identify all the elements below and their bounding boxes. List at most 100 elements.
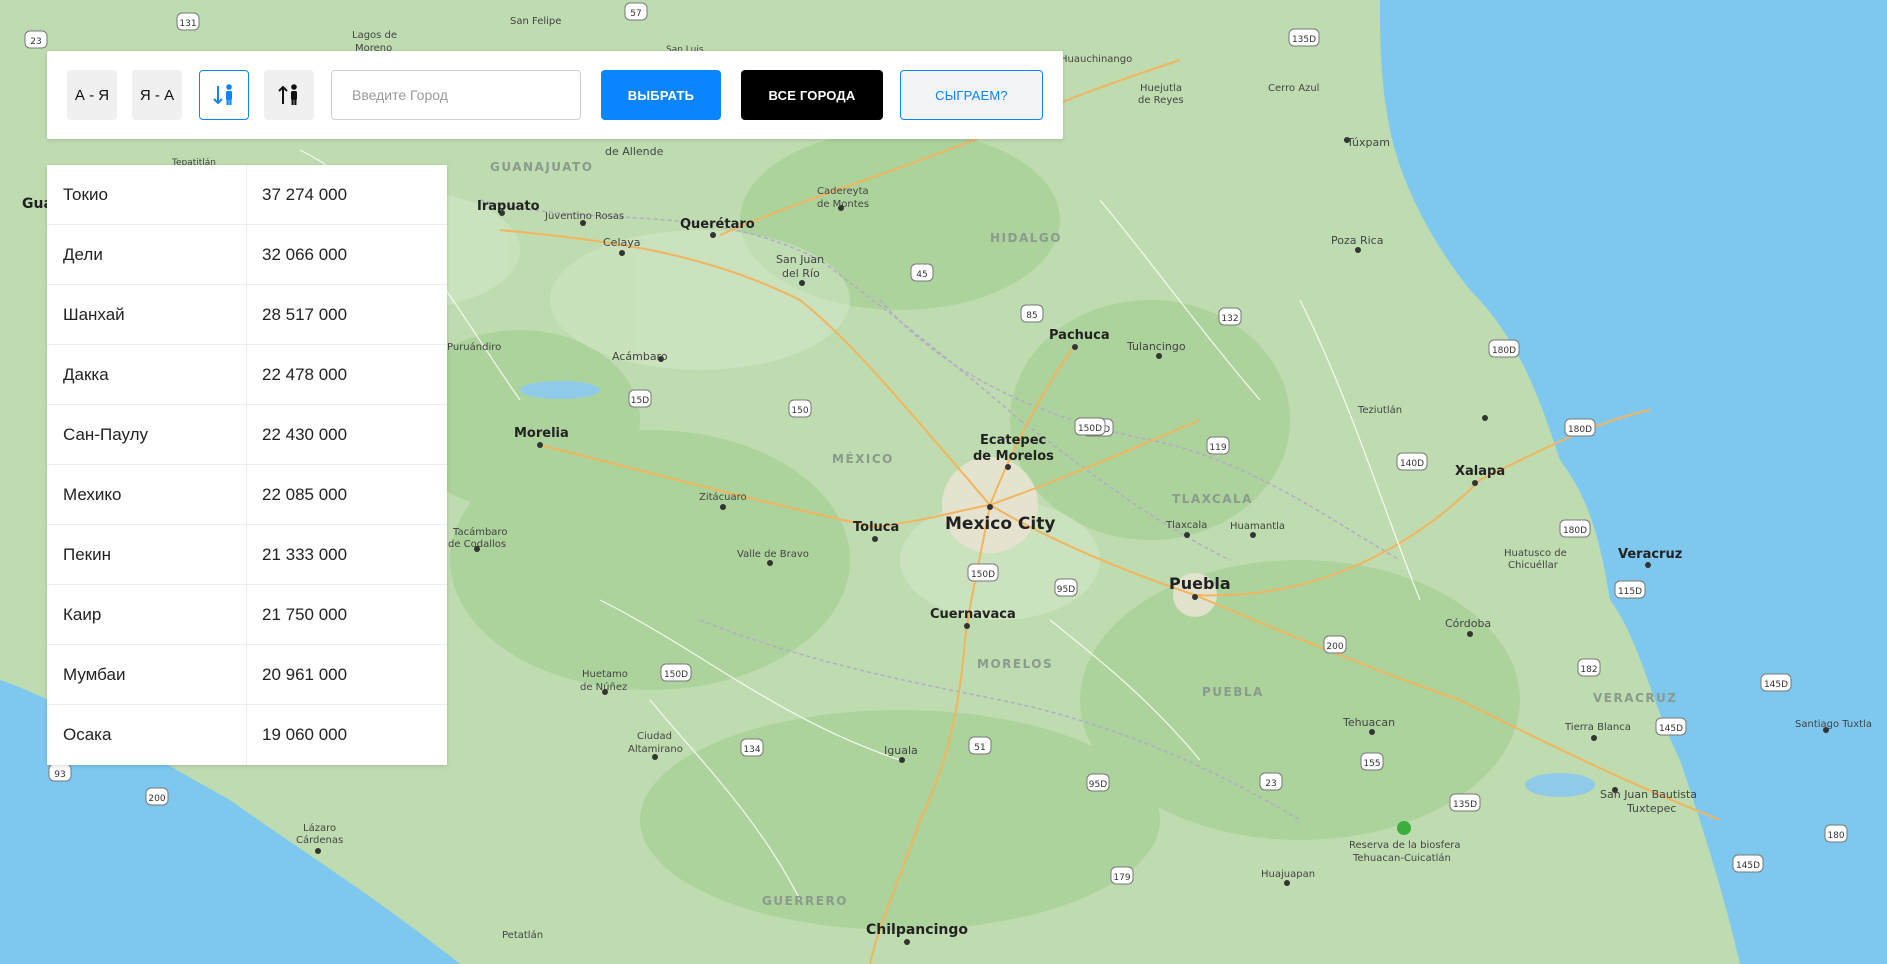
city-population: 19 060 000 — [262, 725, 348, 744]
city-population: 20 961 000 — [262, 664, 348, 684]
map-label-juventino-rosas: Juventino Rosas — [544, 211, 624, 222]
sort-down-person-icon — [213, 84, 232, 105]
map-label-irapuato: Irapuato — [477, 199, 540, 214]
highway-shield: 145D — [1655, 717, 1687, 736]
highway-shield: 180D — [1559, 519, 1591, 538]
city-population: 28 517 000 — [262, 304, 348, 324]
city-population: 21 750 000 — [262, 604, 348, 624]
map-label-tuxpam: Túxpam — [1346, 136, 1390, 149]
svg-text:145D: 145D — [1764, 680, 1788, 690]
table-row[interactable]: Мумбаи 20 961 000 — [47, 645, 447, 705]
highway-shield: 145D — [1732, 854, 1764, 873]
svg-text:132: 132 — [1221, 314, 1238, 324]
highway-shield: 150D — [967, 563, 999, 582]
sort-population-desc-button[interactable] — [199, 70, 249, 120]
highway-shield: 93 — [48, 763, 72, 782]
map-label-huauchinango: Huauchinango — [1060, 54, 1132, 65]
svg-text:140D: 140D — [1400, 459, 1424, 469]
map-label-valle-de-bravo: Valle de Bravo — [737, 549, 809, 560]
table-row[interactable]: Мехико 22 085 000 — [47, 465, 447, 525]
search-toolbar: А - Я Я - А ВЫБРАТЬ ВСЕ ГОРОДА СЫГРАЕМ? — [47, 51, 1063, 139]
highway-shield: 85 — [1020, 304, 1044, 323]
map-label-de-codallos: de Codallos — [448, 539, 506, 550]
svg-text:150D: 150D — [1078, 424, 1102, 434]
map-label-lagos-de: Lagos de — [352, 30, 397, 41]
sort-up-person-icon — [278, 84, 297, 105]
map-label-reserva: Reserva de la biosfera — [1349, 840, 1460, 851]
highway-shield: 180D — [1564, 418, 1596, 437]
map-label-tuxtepec: Tuxtepec — [1626, 802, 1676, 815]
play-button[interactable]: СЫГРАЕМ? — [900, 70, 1043, 120]
map-label-altamirano: Altamirano — [628, 744, 683, 755]
city-search-input[interactable] — [331, 70, 581, 120]
highway-shield: 57 — [624, 2, 648, 21]
all-cities-button[interactable]: ВСЕ ГОРОДА — [741, 70, 883, 120]
table-row[interactable]: Каир 21 750 000 — [47, 585, 447, 645]
highway-shield: 140D — [1396, 452, 1428, 471]
svg-text:200: 200 — [1326, 642, 1343, 652]
table-row[interactable]: Дели 32 066 000 — [47, 225, 447, 285]
sort-az-button[interactable]: А - Я — [67, 70, 117, 120]
city-population: 22 085 000 — [262, 484, 348, 504]
highway-shield: 150D — [1074, 417, 1106, 436]
highway-shield: 150 — [788, 399, 812, 418]
svg-text:150: 150 — [791, 406, 808, 416]
table-row[interactable]: Дакка 22 478 000 — [47, 345, 447, 405]
svg-text:180: 180 — [1827, 831, 1844, 841]
svg-text:134: 134 — [743, 745, 760, 755]
city-population: 32 066 000 — [262, 244, 348, 264]
highway-shield: 180D — [1488, 339, 1520, 358]
map-label-cardenas: Cárdenas — [296, 834, 343, 846]
map-label-ciudad: Ciudad — [637, 731, 672, 742]
table-row[interactable]: Осака 19 060 000 — [47, 705, 447, 765]
svg-text:57: 57 — [630, 9, 641, 19]
map-label-cordoba: Córdoba — [1445, 617, 1491, 630]
region-label-puebla: PUEBLA — [1202, 685, 1264, 699]
park-icon — [1397, 821, 1411, 835]
highway-shield: 15D — [628, 389, 652, 408]
region-label-guerrero: GUERRERO — [762, 894, 848, 908]
city-name: Шанхай — [47, 285, 247, 344]
map-label-huatusco: Huatusco de — [1504, 548, 1567, 559]
map-label-teziutlan: Teziutlán — [1357, 404, 1402, 416]
region-label-hidalgo: HIDALGO — [990, 231, 1062, 245]
svg-text:150D: 150D — [971, 570, 995, 580]
svg-text:115D: 115D — [1618, 587, 1642, 597]
svg-text:180D: 180D — [1492, 346, 1516, 356]
highway-shield: 132 — [1218, 307, 1242, 326]
highway-shield: 182 — [1577, 658, 1601, 677]
sort-population-asc-button[interactable] — [264, 70, 314, 120]
table-row[interactable]: Пекин 21 333 000 — [47, 525, 447, 585]
svg-text:150D: 150D — [664, 670, 688, 680]
svg-text:180D: 180D — [1563, 526, 1587, 536]
map-label-de-reyes: de Reyes — [1138, 95, 1184, 106]
table-row[interactable]: Шанхай 28 517 000 — [47, 285, 447, 345]
table-row[interactable]: Токио 37 274 000 — [47, 165, 447, 225]
city-name: Каир — [47, 585, 247, 644]
table-row[interactable]: Сан-Паулу 22 430 000 — [47, 405, 447, 465]
map-label-cerro-azul: Cerro Azul — [1268, 83, 1319, 94]
city-name: Сан-Паулу — [47, 405, 247, 464]
map-label-chilpancingo: Chilpancingo — [866, 922, 968, 938]
highway-shield: 95D — [1054, 578, 1078, 597]
map-label-mexico-city: Mexico City — [945, 514, 1055, 534]
highway-shield: 150D — [660, 663, 692, 682]
svg-text:45: 45 — [916, 270, 927, 280]
map-label-tehuacan-cuicatlan: Tehuacan-Cuicatlán — [1352, 852, 1451, 864]
svg-text:95D: 95D — [1057, 585, 1075, 595]
map-label-cuernavaca: Cuernavaca — [930, 607, 1016, 622]
map-label-huajuapan: Huajuapan — [1261, 869, 1315, 880]
city-population-table: Токио 37 274 000 Дели 32 066 000 Шанхай 28 … — [47, 165, 447, 765]
svg-text:145D: 145D — [1736, 861, 1760, 871]
city-population: 22 430 000 — [262, 424, 348, 444]
sort-za-button[interactable]: Я - А — [132, 70, 182, 120]
svg-text:85: 85 — [1026, 311, 1037, 321]
map-label-puebla: Puebla — [1169, 574, 1231, 593]
highway-shield: 145D — [1760, 673, 1792, 692]
map-label-xalapa: Xalapa — [1455, 464, 1505, 479]
choose-button[interactable]: ВЫБРАТЬ — [601, 70, 721, 120]
map-label-de-montes: de Montes — [817, 199, 869, 210]
svg-text:15D: 15D — [631, 396, 649, 406]
region-label-morelos: MORELOS — [977, 657, 1053, 671]
highway-shield: 95D — [1086, 773, 1110, 792]
